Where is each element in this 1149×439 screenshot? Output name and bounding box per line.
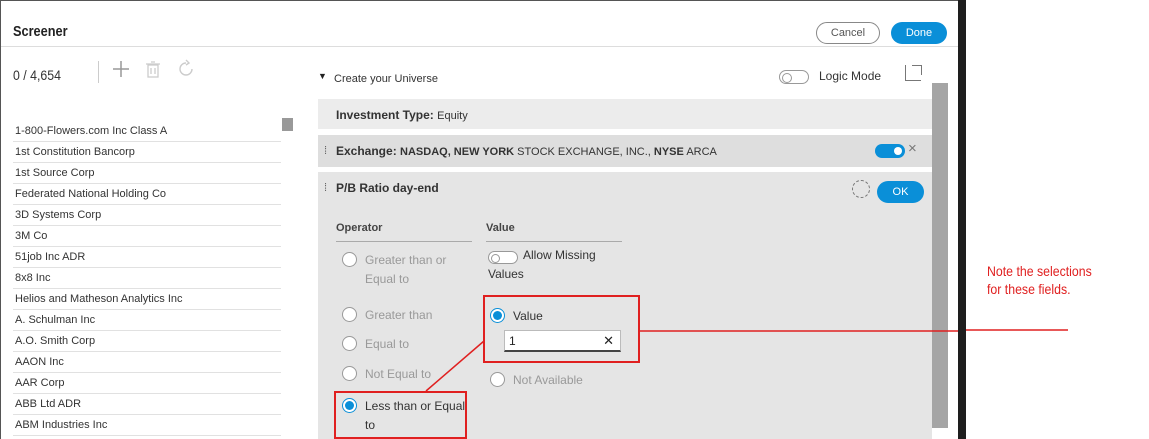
callout-lines [425,330,962,392]
callout-line-ext [966,329,1068,331]
window-edge [958,0,966,439]
callout-line1: Note the selections [987,263,1092,279]
callout-note: Note the selections for these fields. [987,262,1092,298]
callout-line2: for these fields. [987,281,1071,297]
screener-panel: Screener Cancel Done 0 / 4,654 1-800-Flo… [0,0,962,439]
